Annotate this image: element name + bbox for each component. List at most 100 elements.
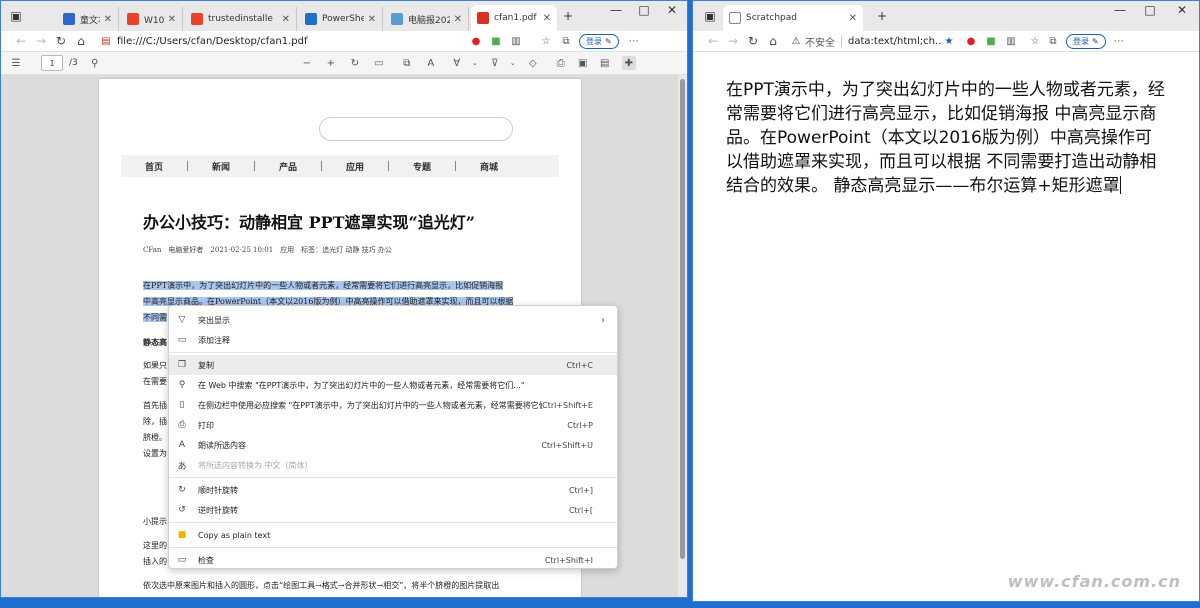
forward-icon-right[interactable]: → <box>723 32 743 50</box>
tab-close-icon[interactable]: ✕ <box>849 13 857 24</box>
tab-strip-right: ▣ Scratchpad ✕ + — □ ✕ <box>693 1 1199 31</box>
extension-grey-icon-right[interactable]: ▥ <box>1004 34 1018 48</box>
extension-green-icon-right[interactable]: ■ <box>984 34 998 48</box>
collections-icon-right[interactable]: ⧉ <box>1046 34 1060 48</box>
site-nav-item[interactable]: 商城 <box>456 160 522 173</box>
scrollbar-thumb[interactable] <box>680 79 685 559</box>
read-aloud-toolbar-icon[interactable]: A <box>424 56 438 70</box>
menu-item-shortcut: Ctrl+] <box>568 485 593 495</box>
menu-item[interactable]: ↻ 顺时针旋转 Ctrl+] <box>169 480 617 500</box>
close-button-right[interactable]: ✕ <box>1171 3 1193 17</box>
site-nav-item[interactable]: 专题 <box>389 160 455 173</box>
url-field-right[interactable]: data:text/html;ch... <box>848 32 942 50</box>
tab-close-icon[interactable]: ✕ <box>368 14 376 25</box>
highlight-tool-icon[interactable]: ⊽ <box>488 56 502 70</box>
menu-item[interactable]: ↺ 逆时针旋转 Ctrl+[ <box>169 500 617 520</box>
extension-green-icon[interactable]: ■ <box>489 34 503 48</box>
menu-item-label: 在 Web 中搜索 "在PPT演示中，为了突出幻灯片中的一些人物或者元素，经常需… <box>198 380 525 390</box>
draw-chevron-icon[interactable]: ⌄ <box>468 56 482 70</box>
menu-item[interactable]: ▽ 突出显示 › <box>169 310 617 330</box>
forward-icon[interactable]: → <box>31 32 51 50</box>
refresh-icon[interactable]: ↻ <box>51 32 71 50</box>
draw-icon[interactable]: ∀ <box>450 56 464 70</box>
menu-item[interactable]: ■ Copy as plain text <box>169 525 617 545</box>
tab-5[interactable]: 电脑报2021年 ✕ <box>385 7 469 31</box>
vertical-scrollbar[interactable] <box>678 75 687 597</box>
menu-item-label: 朗读所选内容 <box>198 440 246 450</box>
eraser-icon[interactable]: ◇ <box>526 56 540 70</box>
back-icon[interactable]: ← <box>11 32 31 50</box>
close-button[interactable]: ✕ <box>661 3 683 17</box>
new-tab-button[interactable]: + <box>561 9 575 23</box>
home-icon[interactable]: ⌂ <box>71 32 91 50</box>
site-nav-item[interactable]: 产品 <box>255 160 321 173</box>
page-number-input[interactable]: 1 <box>41 55 63 71</box>
extension-red-icon-right[interactable]: ● <box>964 34 978 48</box>
fit-page-icon[interactable]: ▭ <box>372 56 386 70</box>
site-nav-item[interactable]: 应用 <box>322 160 388 173</box>
refresh-icon-right[interactable]: ↻ <box>743 32 763 50</box>
favorites-icon[interactable]: ☆ <box>539 34 553 48</box>
highlight-chevron-icon[interactable]: ⌄ <box>506 56 520 70</box>
tab-label: Scratchpad <box>746 13 797 23</box>
favorites-icon-right[interactable]: ☆ <box>1028 34 1042 48</box>
login-button[interactable]: 登录 ✎ <box>579 33 619 49</box>
tab-actions-icon[interactable]: ▣ <box>9 9 23 23</box>
security-label[interactable]: 不安全 <box>805 32 835 50</box>
tab-scratchpad[interactable]: Scratchpad ✕ <box>723 5 863 31</box>
page-view-icon[interactable]: ⧉ <box>400 56 414 70</box>
search-icon: ⚲ <box>178 380 186 390</box>
scratchpad-body[interactable]: 在PPT演示中，为了突出幻灯片中的一些人物或者元素，经常需要将它们进行高亮显示，… <box>693 51 1199 601</box>
tab-favicon-icon <box>391 13 403 25</box>
tab-1[interactable]: 童文本_百度物 ✕ <box>57 7 119 31</box>
tab-3[interactable]: trustedinstalle ✕ <box>185 7 297 31</box>
rotate-icon[interactable]: ↻ <box>348 56 362 70</box>
site-nav-item[interactable]: 首页 <box>121 160 187 173</box>
collections-icon[interactable]: ⧉ <box>559 34 573 48</box>
extension-grey-icon[interactable]: ▥ <box>509 34 523 48</box>
menu-item[interactable]: A 朗读所选内容 Ctrl+Shift+U <box>169 435 617 455</box>
article-text: 静态高 <box>143 337 167 347</box>
tab-close-icon[interactable]: ✕ <box>282 14 290 25</box>
menu-item[interactable]: ▭ 检查 Ctrl+Shift+I <box>169 550 617 570</box>
contents-icon[interactable]: ☰ <box>9 56 23 70</box>
menu-item[interactable]: ❐ 复制 Ctrl+C <box>169 355 617 375</box>
home-icon-right[interactable]: ⌂ <box>763 32 783 50</box>
site-nav-item[interactable]: 新闻 <box>188 160 254 173</box>
menu-item-label: 检查 <box>198 555 214 565</box>
url-field[interactable]: file:///C:/Users/cfan/Desktop/cfan1.pdf <box>117 32 469 50</box>
tab-6[interactable]: cfan1.pdf ✕ <box>471 5 557 31</box>
new-tab-button-right[interactable]: + <box>875 9 889 23</box>
minimize-button[interactable]: — <box>605 3 627 17</box>
tab-close-icon[interactable]: ✕ <box>168 14 176 25</box>
menu-item[interactable]: ▭ 添加注释 <box>169 330 617 350</box>
login-button-right[interactable]: 登录 ✎ <box>1066 33 1106 49</box>
extension-red-icon[interactable]: ● <box>469 34 483 48</box>
article-line: 小提示 <box>143 515 167 529</box>
favorite-star-icon[interactable]: ★ <box>942 34 956 48</box>
minimize-button-right[interactable]: — <box>1109 3 1131 17</box>
menu-item[interactable]: ▯ 在侧边栏中使用必应搜索 "在PPT演示中，为了突出幻灯片中的一些人物或者元素，… <box>169 395 617 415</box>
tab-close-icon[interactable]: ✕ <box>454 14 462 25</box>
maximize-button-right[interactable]: □ <box>1139 3 1161 17</box>
find-icon[interactable]: ⚲ <box>88 56 102 70</box>
menu-item[interactable]: ⎙ 打印 Ctrl+P <box>169 415 617 435</box>
tab-close-icon[interactable]: ✕ <box>543 13 551 24</box>
zoom-out-icon[interactable]: − <box>300 56 314 70</box>
more-icon-right[interactable]: ⋯ <box>1112 34 1126 48</box>
save-as-icon[interactable]: ▤ <box>598 56 612 70</box>
save-icon[interactable]: ▣ <box>576 56 590 70</box>
scratchpad-editor[interactable]: 在PPT演示中，为了突出幻灯片中的一些人物或者元素，经常需要将它们进行高亮显示，… <box>726 78 1166 198</box>
zoom-in-icon[interactable]: + <box>324 56 338 70</box>
warning-icon[interactable]: ⚠ <box>789 34 803 48</box>
maximize-button[interactable]: □ <box>633 3 655 17</box>
tab-2[interactable]: W10系统下 获 ✕ <box>121 7 183 31</box>
back-icon-right[interactable]: ← <box>703 32 723 50</box>
print-toolbar-icon[interactable]: ⎙ <box>554 56 568 70</box>
more-icon[interactable]: ⋯ <box>627 34 641 48</box>
pin-toolbar-icon[interactable]: ✚ <box>621 56 636 70</box>
tab-4[interactable]: PowerShell Gi ✕ <box>299 7 383 31</box>
tab-actions-icon-right[interactable]: ▣ <box>703 9 717 23</box>
menu-item[interactable]: ⚲ 在 Web 中搜索 "在PPT演示中，为了突出幻灯片中的一些人物或者元素，经常… <box>169 375 617 395</box>
tab-close-icon[interactable]: ✕ <box>104 14 112 25</box>
